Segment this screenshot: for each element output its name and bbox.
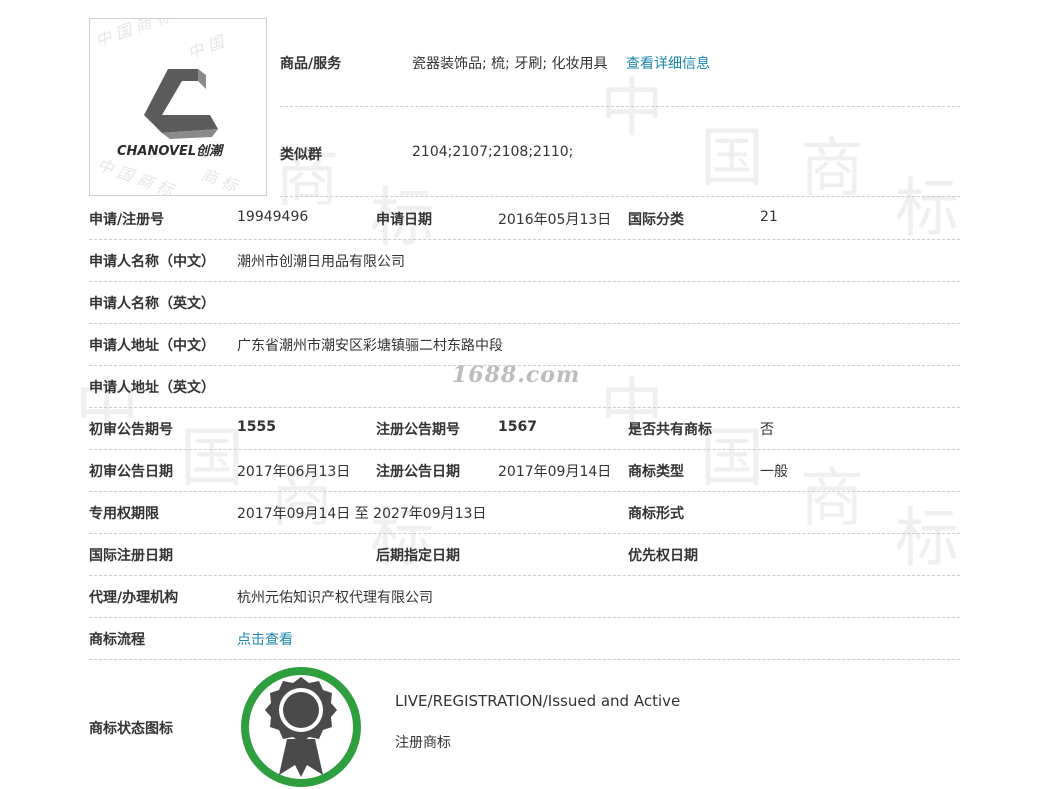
divider (89, 407, 960, 408)
divider (89, 323, 960, 324)
svg-text:中 国 商 标: 中 国 商 标 (93, 19, 176, 51)
applicant-name-cn-label: 申请人名称（中文） (89, 254, 215, 270)
reg-notice-date-label: 注册公告日期 (376, 464, 460, 480)
trademark-detail: 中 国 商 标 中 国 中 国 商 标 商 标 CHANOVEL创潮 商品/服务… (0, 0, 1044, 787)
exclusive-term-label: 专用权期限 (89, 506, 159, 522)
svg-text:中 国 商 标: 中 国 商 标 (95, 155, 178, 195)
trademark-type-label: 商标类型 (628, 464, 684, 480)
prelim-notice-date-value: 2017年06月13日 (237, 464, 351, 480)
divider (280, 196, 960, 197)
divider (280, 106, 960, 107)
svg-text:中 国: 中 国 (185, 32, 228, 63)
applicant-name-cn-value: 潮州市创潮日用品有限公司 (237, 254, 405, 270)
intl-class-value: 21 (760, 209, 778, 225)
later-designation-date-label: 后期指定日期 (376, 548, 460, 564)
similar-group-label: 类似群 (280, 147, 322, 163)
applicant-address-en-label: 申请人地址（英文） (89, 380, 215, 396)
agent-label: 代理/办理机构 (89, 590, 179, 606)
reg-notice-number-value: 1567 (498, 419, 537, 435)
view-process-link[interactable]: 点击查看 (237, 629, 293, 649)
agent-value: 杭州元佑知识产权代理有限公司 (237, 590, 433, 606)
trademark-process-label: 商标流程 (89, 632, 145, 648)
divider (89, 491, 960, 492)
exclusive-term-value: 2017年09月14日 至 2027年09月13日 (237, 506, 487, 522)
registration-number-value: 19949496 (237, 209, 309, 225)
chanovel-logo-icon: 中 国 商 标 中 国 中 国 商 标 商 标 CHANOVEL创潮 (93, 19, 242, 195)
apply-date-value: 2016年05月13日 (498, 212, 612, 228)
divider (89, 239, 960, 240)
goods-services-label: 商品/服务 (280, 56, 342, 72)
divider (89, 281, 960, 282)
status-cn-text: 注册商标 (395, 735, 451, 751)
registered-status-icon (241, 667, 361, 787)
priority-date-label: 优先权日期 (628, 548, 698, 564)
goods-services-value: 瓷器装饰品; 梳; 牙刷; 化妆用具 (412, 56, 608, 72)
applicant-address-cn-value: 广东省潮州市潮安区彩塘镇骊二村东路中段 (237, 338, 503, 354)
svg-text:商 标: 商 标 (199, 165, 242, 195)
site-watermark: 1688.com (452, 362, 581, 388)
status-icon-label: 商标状态图标 (89, 721, 173, 737)
prelim-notice-date-label: 初审公告日期 (89, 464, 173, 480)
divider (89, 575, 960, 576)
apply-date-label: 申请日期 (376, 212, 432, 228)
trademark-logo-image: 中 国 商 标 中 国 中 国 商 标 商 标 CHANOVEL创潮 (89, 18, 267, 196)
status-en-text: LIVE/REGISTRATION/Issued and Active (395, 692, 681, 710)
shared-trademark-label: 是否共有商标 (628, 422, 712, 438)
intl-class-label: 国际分类 (628, 212, 684, 228)
similar-group-value: 2104;2107;2108;2110; (412, 144, 574, 160)
divider (89, 617, 960, 618)
applicant-address-cn-label: 申请人地址（中文） (89, 338, 215, 354)
divider (89, 449, 960, 450)
applicant-name-en-label: 申请人名称（英文） (89, 296, 215, 312)
reg-notice-date-value: 2017年09月14日 (498, 464, 612, 480)
view-details-link[interactable]: 查看详细信息 (626, 53, 710, 73)
trademark-type-value: 一般 (760, 464, 788, 480)
logo-brand-text: CHANOVEL创潮 (117, 143, 225, 159)
prelim-notice-number-label: 初审公告期号 (89, 422, 173, 438)
intl-registration-date-label: 国际注册日期 (89, 548, 173, 564)
reg-notice-number-label: 注册公告期号 (376, 422, 460, 438)
trademark-form-label: 商标形式 (628, 506, 684, 522)
divider (89, 533, 960, 534)
shared-trademark-value: 否 (760, 422, 774, 438)
registration-number-label: 申请/注册号 (89, 212, 165, 228)
divider (89, 659, 960, 660)
prelim-notice-number-value: 1555 (237, 419, 276, 435)
